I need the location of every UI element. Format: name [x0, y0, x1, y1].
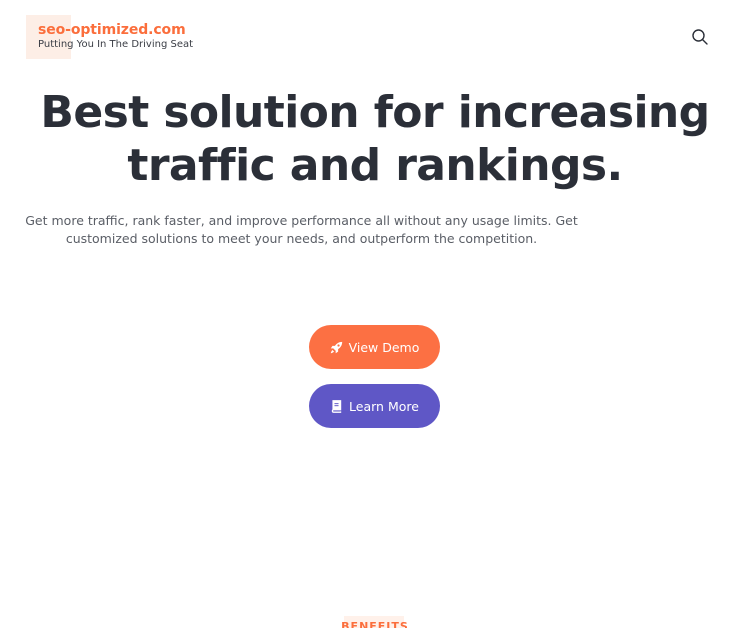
view-demo-label: View Demo — [348, 339, 420, 355]
hero-subtitle: Get more traffic, rank faster, and impro… — [25, 213, 578, 246]
learn-more-label: Learn More — [349, 398, 419, 414]
hero-title: Best solution for increasing traffic and… — [40, 87, 710, 191]
search-icon — [692, 29, 708, 45]
learn-more-button[interactable]: Learn More — [309, 384, 440, 428]
view-demo-button[interactable]: View Demo — [309, 325, 440, 369]
search-button[interactable] — [690, 27, 710, 47]
benefits-label: BENEFITS — [341, 620, 409, 628]
site-title-link[interactable]: seo-optimized.com — [38, 22, 186, 38]
rocket-icon — [330, 341, 343, 354]
page: seo-optimized.com Putting You In The Dri… — [0, 0, 750, 628]
book-icon — [330, 399, 343, 413]
site-tagline: Putting You In The Driving Seat — [38, 39, 194, 50]
